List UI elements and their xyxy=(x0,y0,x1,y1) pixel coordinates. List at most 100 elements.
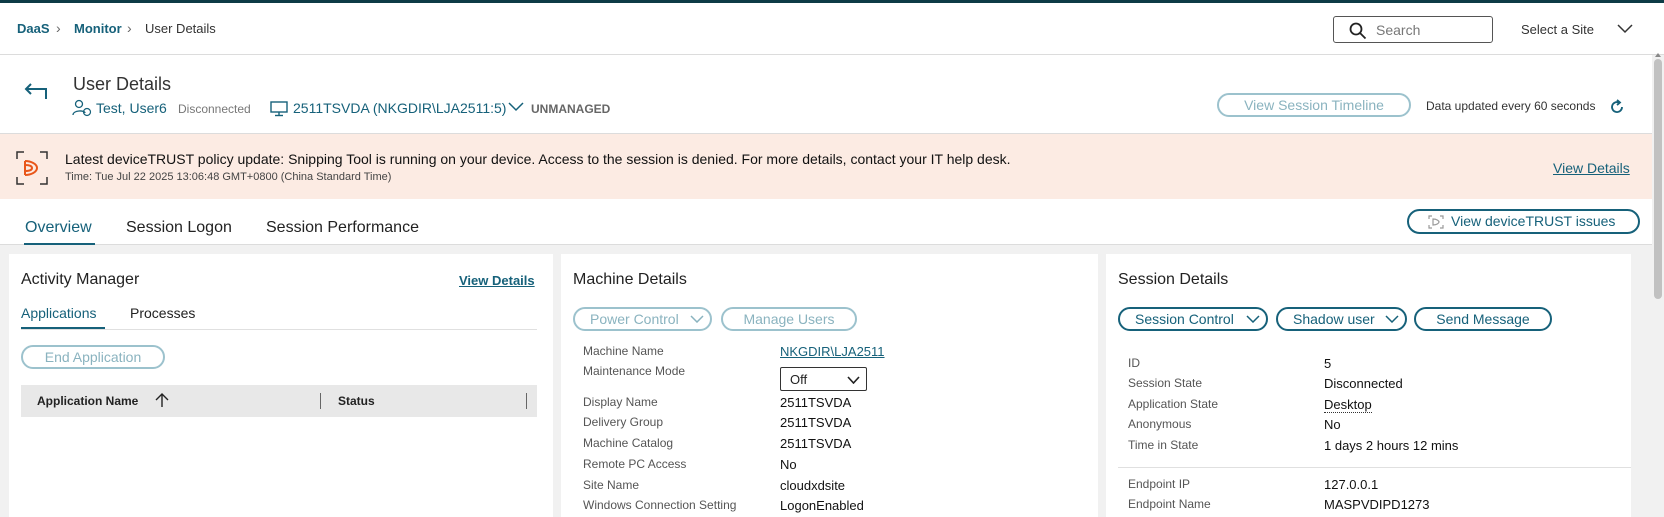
label-machine-name: Machine Name xyxy=(583,344,664,358)
end-application-button[interactable]: End Application xyxy=(21,345,165,369)
label-time-in-state: Time in State xyxy=(1128,438,1199,452)
value-anonymous: No xyxy=(1324,417,1341,432)
breadcrumb-monitor[interactable]: Monitor xyxy=(74,21,122,36)
label-remote-pc-access: Remote PC Access xyxy=(583,457,687,471)
subtab-divider xyxy=(21,329,537,330)
search-input[interactable]: Search xyxy=(1333,16,1493,43)
alert-time: Time: Tue Jul 22 2025 13:06:48 GMT+0800 … xyxy=(65,171,392,183)
value-site-name: cloudxdsite xyxy=(780,478,846,493)
column-resize-handle[interactable] xyxy=(526,393,527,409)
column-status[interactable]: Status xyxy=(338,394,375,408)
label-anonymous: Anonymous xyxy=(1128,417,1192,431)
machine-details-title: Machine Details xyxy=(573,271,687,288)
manage-users-button[interactable]: Manage Users xyxy=(721,307,857,331)
breadcrumb-daas[interactable]: DaaS xyxy=(17,21,50,36)
label-endpoint-name: Endpoint Name xyxy=(1128,497,1211,511)
sort-ascending-icon[interactable] xyxy=(155,392,169,408)
main-tabs: Overview Session Logon Session Performan… xyxy=(0,199,1652,245)
tab-overview[interactable]: Overview xyxy=(25,219,92,237)
alert-message: Latest deviceTRUST policy update: Snippi… xyxy=(65,151,1011,167)
applications-table-header: Application Name Status xyxy=(21,385,537,417)
label-maintenance-mode: Maintenance Mode xyxy=(583,364,686,378)
page-scrollbar[interactable] xyxy=(1652,53,1664,517)
value-machine-catalog: 2511TSVDA xyxy=(780,436,852,451)
session-details-panel: Session Details Session Control Shadow u… xyxy=(1106,254,1631,517)
activity-manager-panel: Activity Manager View Details Applicatio… xyxy=(9,254,553,517)
value-display-name: 2511TSVDA xyxy=(780,395,852,410)
label-machine-catalog: Machine Catalog xyxy=(583,436,674,450)
user-icon xyxy=(72,99,92,117)
session-details-title: Session Details xyxy=(1118,271,1229,288)
column-resize-handle[interactable] xyxy=(320,393,321,409)
shadow-user-label: Shadow user xyxy=(1293,311,1375,327)
session-control-button[interactable]: Session Control xyxy=(1118,307,1268,331)
value-remote-pc-access: No xyxy=(780,457,797,472)
chevron-down-icon xyxy=(1246,315,1260,323)
chevron-right-icon: › xyxy=(127,20,132,36)
subtab-processes[interactable]: Processes xyxy=(130,305,195,321)
data-updated-text: Data updated every 60 seconds xyxy=(1426,99,1596,113)
send-message-button[interactable]: Send Message xyxy=(1414,307,1552,331)
devicetrust-button-label: View deviceTRUST issues xyxy=(1451,213,1616,229)
refresh-icon[interactable] xyxy=(1608,98,1626,116)
breadcrumb-current: User Details xyxy=(145,21,216,36)
value-endpoint-name: MASPVDIPD1273 xyxy=(1324,497,1430,512)
label-application-state: Application State xyxy=(1128,397,1219,411)
unmanaged-badge: UNMANAGED xyxy=(531,102,611,116)
value-machine-name[interactable]: NKGDIR\LJA2511 xyxy=(780,344,885,359)
value-session-state: Disconnected xyxy=(1324,376,1403,391)
page-title: User Details xyxy=(73,74,172,94)
label-display-name: Display Name xyxy=(583,395,658,409)
chevron-down-icon xyxy=(1385,315,1399,323)
chevron-down-icon xyxy=(847,376,860,384)
view-session-timeline-button[interactable]: View Session Timeline xyxy=(1217,93,1411,117)
shadow-user-button[interactable]: Shadow user xyxy=(1276,307,1407,331)
scrollbar-thumb[interactable] xyxy=(1654,59,1662,299)
activity-view-details-link[interactable]: View Details xyxy=(459,273,535,288)
active-subtab-indicator xyxy=(21,327,105,329)
label-windows-connection-setting: Windows Connection Setting xyxy=(583,498,737,512)
power-control-button[interactable]: Power Control xyxy=(573,307,712,331)
chevron-down-icon[interactable] xyxy=(508,102,524,112)
subtab-applications[interactable]: Applications xyxy=(21,305,97,321)
value-time-in-state: 1 days 2 hours 12 mins xyxy=(1324,438,1459,453)
power-control-label: Power Control xyxy=(590,311,679,327)
value-application-state[interactable]: Desktop xyxy=(1324,397,1372,413)
site-selector[interactable]: Select a Site xyxy=(1521,22,1594,37)
devicetrust-icon xyxy=(16,151,48,185)
scroll-up-arrow-icon[interactable] xyxy=(1655,53,1661,57)
alert-view-details-link[interactable]: View Details xyxy=(1553,160,1630,176)
breadcrumb-bar: DaaS › Monitor › User Details Search Sel… xyxy=(0,3,1664,55)
user-name[interactable]: Test, User6 xyxy=(96,100,167,116)
label-delivery-group: Delivery Group xyxy=(583,415,664,429)
value-session-id: 5 xyxy=(1324,356,1332,371)
search-icon xyxy=(1349,22,1367,40)
label-session-state: Session State xyxy=(1128,376,1203,390)
machine-link[interactable]: 2511TSVDA (NKGDIR\LJA2511:5) xyxy=(293,100,506,116)
monitor-icon xyxy=(270,101,288,117)
session-control-label: Session Control xyxy=(1135,311,1234,327)
tab-session-performance[interactable]: Session Performance xyxy=(266,219,419,237)
value-endpoint-ip: 127.0.0.1 xyxy=(1324,477,1379,492)
chevron-down-icon[interactable] xyxy=(1617,24,1633,34)
machine-details-panel: Machine Details Power Control Manage Use… xyxy=(561,254,1098,517)
maintenance-mode-value: Off xyxy=(790,372,808,387)
back-arrow-icon[interactable] xyxy=(24,82,50,102)
page-header: User Details Test, User6 Disconnected 25… xyxy=(0,55,1664,134)
user-state: Disconnected xyxy=(178,102,251,116)
value-windows-connection-setting: LogonEnabled xyxy=(780,498,864,513)
label-site-name: Site Name xyxy=(583,478,640,492)
view-devicetrust-issues-button[interactable]: View deviceTRUST issues xyxy=(1407,209,1640,234)
devicetrust-small-icon xyxy=(1428,215,1444,229)
label-endpoint-ip: Endpoint IP xyxy=(1128,477,1191,491)
active-tab-indicator xyxy=(24,243,95,245)
label-session-id: ID xyxy=(1128,356,1140,370)
activity-manager-title: Activity Manager xyxy=(21,271,140,288)
devicetrust-alert-banner: Latest deviceTRUST policy update: Snippi… xyxy=(0,134,1652,199)
value-delivery-group: 2511TSVDA xyxy=(780,415,852,430)
chevron-right-icon: › xyxy=(56,20,61,36)
section-divider xyxy=(1118,467,1631,468)
maintenance-mode-select[interactable]: Off xyxy=(780,367,867,391)
column-application-name[interactable]: Application Name xyxy=(37,394,138,408)
tab-session-logon[interactable]: Session Logon xyxy=(126,219,232,237)
